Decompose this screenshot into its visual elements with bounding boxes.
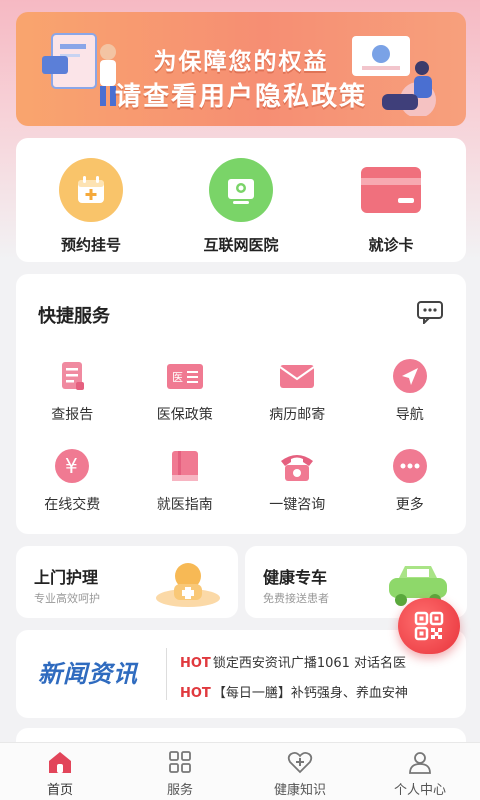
home-care-title: 上门护理 <box>34 568 99 587</box>
appointment-registration-label: 预约挂号 <box>60 236 121 254</box>
calendar-add-icon <box>59 158 123 222</box>
nurse-icon <box>156 563 220 607</box>
quick-services-title: 快捷服务 <box>38 306 110 327</box>
tab-profile[interactable]: 个人中心 <box>360 743 480 800</box>
news-item-text: 锁定西安资讯广播1061 对话名医 <box>212 656 407 671</box>
bottom-tab-bar: 首页 服务 健康知识 个人中心 <box>0 742 480 800</box>
internet-hospital-button[interactable]: 互联网医院 <box>166 138 316 262</box>
guide-book-icon <box>165 446 205 486</box>
more-button[interactable]: 更多 <box>354 446 467 514</box>
insurance-policy-button[interactable]: 医 医保政策 <box>129 356 242 424</box>
navigation-label: 导航 <box>395 407 424 423</box>
news-item-text: 【每日一膳】补钙强身、养血安神 <box>212 686 408 701</box>
record-mailing-button[interactable]: 病历邮寄 <box>241 356 354 424</box>
home-icon <box>49 752 71 773</box>
heart-plus-icon <box>287 751 313 774</box>
tab-health-knowledge-label: 健康知识 <box>273 783 326 798</box>
news-item[interactable]: HOT 【每日一膳】补钙强身、养血安神 <box>180 682 450 701</box>
tab-home[interactable]: 首页 <box>0 743 120 800</box>
monitor-icon <box>209 158 273 222</box>
insurance-card-icon: 医 <box>165 356 205 396</box>
tab-home-label: 首页 <box>46 783 73 798</box>
online-payment-button[interactable]: ¥ 在线交费 <box>16 446 129 514</box>
news-divider <box>166 648 167 700</box>
svg-text:医: 医 <box>172 371 183 384</box>
home-care-card[interactable]: 上门护理 专业高效呵护 <box>16 546 238 618</box>
news-item[interactable]: HOT 锁定西安资讯广播1061 对话名医 <box>180 652 450 671</box>
tab-profile-label: 个人中心 <box>393 783 446 798</box>
news-card: 新闻资讯 HOT 锁定西安资讯广播1061 对话名医 HOT 【每日一膳】补钙强身、… <box>16 630 466 718</box>
home-care-subtitle: 专业高效呵护 <box>34 592 100 605</box>
telephone-icon <box>277 446 317 486</box>
appointment-registration-button[interactable]: 预约挂号 <box>16 138 166 262</box>
quick-services-card: 快捷服务 查报告 医 医保政策 病历邮寄 导航 ¥ 在线交费 就医指南 一键咨询… <box>16 274 466 534</box>
main-services-card: 预约挂号 互联网医院 就诊卡 <box>16 138 466 262</box>
one-click-consult-button[interactable]: 一键咨询 <box>241 446 354 514</box>
privacy-policy-banner[interactable]: 为保障您的权益 请查看用户隐私政策 <box>16 12 466 126</box>
medical-card-label: 就诊卡 <box>368 236 414 254</box>
record-mailing-label: 病历邮寄 <box>269 407 326 423</box>
tab-services[interactable]: 服务 <box>120 743 240 800</box>
one-click-consult-label: 一键咨询 <box>269 497 326 513</box>
tab-services-label: 服务 <box>166 783 193 798</box>
user-icon <box>409 752 431 774</box>
health-car-title: 健康专车 <box>263 568 328 587</box>
navigation-button[interactable]: 导航 <box>354 356 467 424</box>
hot-badge: HOT <box>180 656 211 671</box>
medical-card-button[interactable]: 就诊卡 <box>316 138 466 262</box>
medical-guide-label: 就医指南 <box>156 497 213 513</box>
qr-code-icon <box>414 611 444 641</box>
more-label: 更多 <box>395 497 424 513</box>
message-icon[interactable] <box>416 300 444 324</box>
online-payment-label: 在线交费 <box>44 497 101 513</box>
health-car-subtitle: 免费接送患者 <box>263 592 329 605</box>
tab-health-knowledge[interactable]: 健康知识 <box>240 743 360 800</box>
insurance-policy-label: 医保政策 <box>156 407 213 423</box>
medical-guide-button[interactable]: 就医指南 <box>129 446 242 514</box>
check-report-button[interactable]: 查报告 <box>16 356 129 424</box>
more-icon <box>390 446 430 486</box>
card-icon <box>359 158 423 222</box>
internet-hospital-label: 互联网医院 <box>203 236 279 254</box>
banner-illustration-right <box>352 36 436 116</box>
grid-icon <box>169 751 191 773</box>
yen-payment-icon: ¥ <box>52 446 92 486</box>
qr-code-float-button[interactable] <box>398 598 460 654</box>
navigation-icon <box>390 356 430 396</box>
mail-icon <box>277 356 317 396</box>
report-icon <box>52 356 92 396</box>
hot-badge: HOT <box>180 686 211 701</box>
check-report-label: 查报告 <box>51 407 94 423</box>
svg-text:¥: ¥ <box>65 454 78 478</box>
news-logo: 新闻资讯 <box>38 660 138 688</box>
